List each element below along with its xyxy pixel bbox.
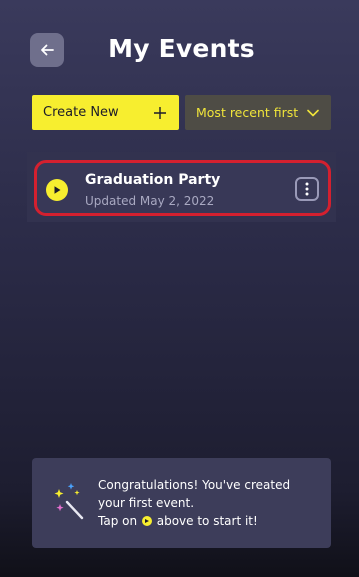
sparkle-wand-icon (54, 483, 84, 520)
page-title: My Events (108, 34, 255, 63)
toast-line-2: your first event. (98, 496, 195, 510)
create-new-label: Create New (43, 105, 119, 120)
create-new-button[interactable]: Create New (32, 95, 179, 130)
event-updated-date: Updated May 2, 2022 (85, 194, 215, 208)
toast-line-3: Tap on above to start it! (98, 512, 290, 530)
toast-line-3-prefix: Tap on (98, 514, 138, 528)
sort-select[interactable]: Most recent first (185, 95, 331, 130)
event-card[interactable]: Graduation Party Updated May 2, 2022 (34, 160, 331, 216)
info-toast: Congratulations! You've created your fir… (32, 458, 331, 548)
toast-line-1: Congratulations! You've created (98, 478, 291, 492)
play-icon-inline (141, 516, 152, 526)
chevron-down-icon (307, 109, 319, 116)
plus-icon (154, 106, 166, 119)
event-name: Graduation Party (85, 172, 221, 188)
more-options-button[interactable] (295, 177, 319, 201)
sort-selected-value: Most recent first (196, 105, 299, 120)
toast-line-3-suffix: above to start it! (156, 514, 258, 528)
play-icon[interactable] (46, 179, 68, 201)
more-vertical-icon (305, 182, 309, 196)
